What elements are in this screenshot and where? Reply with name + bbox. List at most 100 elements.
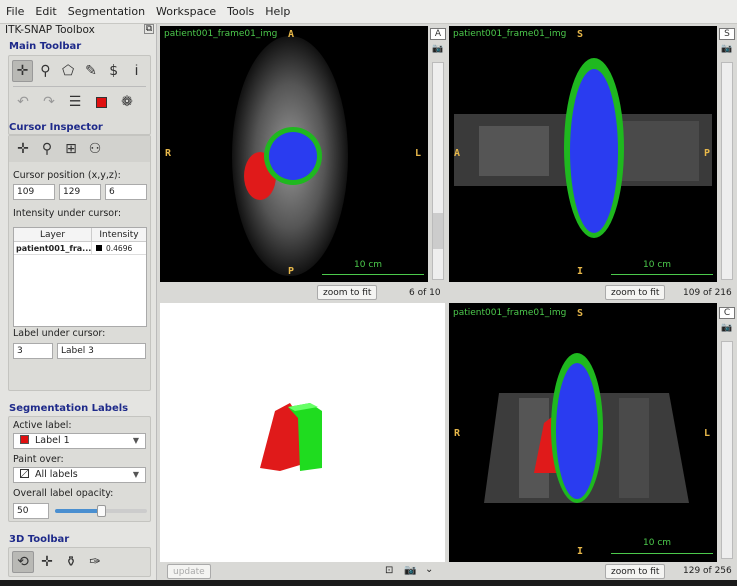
- intensity-cell: 0.4696: [106, 244, 133, 253]
- orientation-left: A: [454, 148, 461, 159]
- label-color-icon[interactable]: [90, 91, 112, 113]
- layers-icon[interactable]: ☰: [64, 91, 86, 113]
- opacity-field[interactable]: 50: [13, 503, 49, 519]
- background-terminal: [0, 580, 737, 586]
- slice-scrollbar[interactable]: [721, 62, 733, 280]
- paint-over-value: All labels: [35, 469, 78, 480]
- menu-bar: File Edit Segmentation Workspace Tools H…: [0, 0, 737, 24]
- label-name-field: Label 3: [57, 343, 146, 359]
- cursor-x-field[interactable]: 109: [13, 184, 55, 200]
- crosshair-icon[interactable]: ✛: [12, 138, 34, 160]
- crosshair-icon[interactable]: ✛: [12, 60, 33, 82]
- table-row[interactable]: patient001_fra... 0.4696: [14, 242, 146, 255]
- ruler-annotation-icon[interactable]: Ꭵ: [126, 60, 147, 82]
- 3d-layout-icon[interactable]: ⊡: [385, 565, 393, 576]
- axial-side-bar: A 📷: [430, 26, 446, 282]
- axial-image: [232, 36, 348, 276]
- label-id-field: 3: [13, 343, 53, 359]
- menu-segmentation[interactable]: Segmentation: [68, 5, 145, 18]
- orientation-bottom: I: [577, 266, 584, 277]
- label-under-cursor-label: Label under cursor:: [13, 328, 106, 339]
- orientation-left: R: [454, 428, 461, 439]
- view-layout-button[interactable]: C: [719, 307, 735, 319]
- slice-scrollbar[interactable]: [432, 62, 444, 280]
- coronal-view[interactable]: patient001_frame01_img S R L I 10 cm: [449, 303, 717, 562]
- orientation-top: S: [577, 29, 584, 40]
- 3d-toolbar: ⟲ ✛ ⚱ ✑: [8, 547, 151, 577]
- orientation-right: L: [415, 148, 422, 159]
- active-label-dropdown[interactable]: Label 1 ▼: [13, 433, 146, 449]
- menu-tools[interactable]: Tools: [227, 5, 254, 18]
- orientation-left: R: [165, 148, 172, 159]
- view-title: patient001_frame01_img: [453, 29, 567, 39]
- active-label-value: Label 1: [35, 435, 70, 446]
- menu-help[interactable]: Help: [265, 5, 290, 18]
- slice-indicator: 129 of 256: [683, 566, 732, 576]
- cursor-inspector-header: Cursor Inspector: [9, 122, 103, 133]
- zoom-to-fit-button[interactable]: zoom to fit: [605, 285, 666, 300]
- zoom-icon[interactable]: ⚲: [35, 60, 56, 82]
- zoom-to-fit-button[interactable]: zoom to fit: [605, 564, 666, 579]
- toolbox-panel: ITK-SNAP Toolbox ⧉ Main Toolbar ✛ ⚲ ⬠ ✎ …: [0, 24, 157, 580]
- view-layout-button[interactable]: A: [430, 28, 446, 40]
- grid-icon[interactable]: ⊞: [60, 138, 82, 160]
- slice-indicator: 6 of 10: [409, 288, 441, 298]
- view-layout-button[interactable]: S: [719, 28, 735, 40]
- scale-bar-label: 10 cm: [643, 538, 672, 548]
- active-label-caption: Active label:: [13, 420, 72, 431]
- chevron-down-icon: ▼: [132, 436, 139, 445]
- coronal-image: [484, 353, 689, 503]
- axial-view[interactable]: patient001_frame01_img A R L P 10 cm: [160, 26, 428, 282]
- scale-bar-label: 10 cm: [354, 260, 383, 270]
- camera-icon[interactable]: 📷: [719, 323, 735, 333]
- camera-icon[interactable]: 📷: [719, 44, 735, 54]
- slice-scrollbar[interactable]: [721, 341, 733, 559]
- paintbrush-icon[interactable]: ✎: [81, 60, 102, 82]
- cursor-y-field[interactable]: 129: [59, 184, 101, 200]
- label-color-swatch: [20, 435, 29, 444]
- zoom-to-fit-button[interactable]: zoom to fit: [317, 285, 378, 300]
- polygon-icon[interactable]: ⬠: [58, 60, 79, 82]
- orientation-bottom: I: [577, 546, 584, 557]
- layer-cell: patient001_fra...: [16, 242, 92, 254]
- scale-bar: [611, 553, 713, 554]
- scale-bar: [322, 274, 424, 275]
- slider-handle[interactable]: [97, 505, 106, 517]
- scalpel-icon[interactable]: ✑: [84, 551, 106, 573]
- cursor-inspector: ✛ ⚲ ⊞ ⚇ Cursor position (x,y,z): 109 129…: [8, 135, 151, 391]
- camera-icon[interactable]: 📷: [430, 44, 446, 54]
- redo-icon[interactable]: ↷: [38, 91, 60, 113]
- cursor-position-label: Cursor position (x,y,z):: [13, 170, 121, 181]
- undock-icon[interactable]: ⧉: [144, 24, 154, 34]
- paint-over-dropdown[interactable]: All labels ▼: [13, 467, 146, 483]
- crosshair-icon[interactable]: ✛: [36, 551, 58, 573]
- paint-over-caption: Paint over:: [13, 454, 64, 465]
- undo-icon[interactable]: ↶: [12, 91, 34, 113]
- sagittal-view[interactable]: patient001_frame01_img S A P I 10 cm: [449, 26, 717, 282]
- update-button[interactable]: update: [167, 564, 211, 579]
- zoom-icon[interactable]: ⚲: [36, 138, 58, 160]
- column-layer: Layer: [14, 228, 92, 241]
- opacity-slider[interactable]: [55, 505, 147, 517]
- intensity-swatch: [96, 245, 102, 251]
- menu-file[interactable]: File: [6, 5, 24, 18]
- menu-workspace[interactable]: Workspace: [156, 5, 216, 18]
- orientation-top: S: [577, 308, 584, 319]
- cursor-z-field[interactable]: 6: [105, 184, 147, 200]
- orientation-top: A: [288, 29, 295, 40]
- chevron-down-icon[interactable]: ⌄: [425, 564, 433, 575]
- segmentation-labels: Active label: Label 1 ▼ Paint over: All l…: [8, 416, 151, 522]
- 3d-view[interactable]: [160, 303, 445, 562]
- spray-icon[interactable]: ⚱: [60, 551, 82, 573]
- rotate-3d-icon[interactable]: ⟲: [12, 551, 34, 573]
- inspector-icon[interactable]: ⚇: [84, 138, 106, 160]
- all-labels-icon: [20, 469, 29, 478]
- menu-edit[interactable]: Edit: [35, 5, 56, 18]
- intensity-label: Intensity under cursor:: [13, 208, 122, 219]
- camera-icon[interactable]: 📷: [404, 565, 416, 576]
- column-intensity: Intensity: [99, 230, 139, 240]
- slice-indicator: 109 of 216: [683, 288, 732, 298]
- snake-icon[interactable]: $: [103, 60, 124, 82]
- scale-bar-label: 10 cm: [643, 260, 672, 270]
- palette-icon[interactable]: ❁: [116, 91, 138, 113]
